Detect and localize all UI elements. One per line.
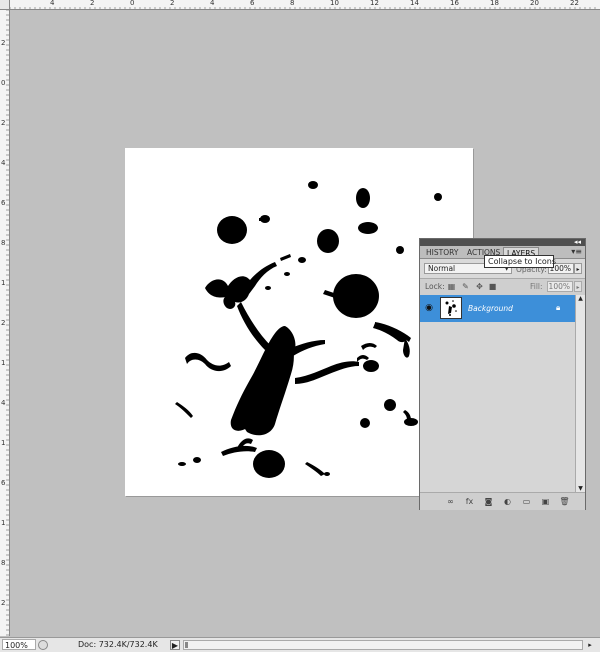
group-icon[interactable]: ▭ — [521, 496, 532, 507]
status-bar: 100% Doc: 732.4K/732.4K ▶ ▸ — [0, 637, 600, 652]
scroll-up-icon[interactable]: ▲ — [576, 295, 585, 302]
ruler-label: 2 — [1, 599, 6, 607]
ruler-label: 6 — [250, 0, 255, 7]
panel-menu-icon[interactable]: ▾≡ — [571, 247, 582, 256]
lock-position-icon[interactable]: ✥ — [475, 282, 484, 291]
ruler-label: 1 — [1, 279, 6, 287]
fill-label: Fill: — [530, 282, 543, 291]
layers-panel: ◂◂ HISTORY ACTIONS LAYERS ▾≡ Normal ▼ Op… — [419, 238, 586, 510]
horizontal-scrollbar[interactable] — [183, 640, 583, 650]
link-layers-icon[interactable]: ∞ — [445, 496, 456, 507]
ruler-label: 2 — [170, 0, 175, 7]
layer-thumbnail — [440, 297, 462, 319]
fx-icon[interactable]: fx — [464, 496, 475, 507]
status-menu-arrow[interactable]: ▶ — [170, 640, 180, 650]
ruler-label: 1 — [1, 359, 6, 367]
ruler-label: 18 — [490, 0, 499, 7]
ruler-label: 0 — [1, 79, 6, 87]
scroll-right-icon[interactable]: ▸ — [584, 640, 596, 650]
lock-image-pixels-icon[interactable]: ✎ — [461, 282, 470, 291]
ruler-label: 4 — [1, 159, 6, 167]
layer-row-background[interactable]: ◉ Background 🔒︎ — [420, 295, 575, 322]
tab-history[interactable]: HISTORY — [423, 247, 461, 258]
vertical-ruler[interactable]: 2 0 2 4 6 8 1 2 1 4 1 6 1 8 2 — [0, 10, 10, 636]
ruler-label: 16 — [450, 0, 459, 7]
ruler-label: 6 — [1, 199, 6, 207]
fill-slider-toggle[interactable]: ▸ — [574, 281, 582, 292]
layer-name[interactable]: Background — [468, 304, 513, 313]
ruler-label: 22 — [570, 0, 579, 7]
ruler-label: 1 — [1, 519, 6, 527]
opacity-slider-toggle[interactable]: ▸ — [574, 263, 582, 274]
visibility-eye-icon[interactable]: ◉ — [424, 303, 434, 313]
ruler-origin[interactable] — [0, 0, 10, 10]
fill-field[interactable]: 100% — [547, 281, 573, 292]
scroll-down-icon[interactable]: ▼ — [576, 485, 585, 492]
panel-titlebar[interactable]: ◂◂ — [420, 238, 585, 246]
ruler-label: 1 — [1, 439, 6, 447]
zoom-field[interactable]: 100% — [2, 639, 36, 650]
adjustment-icon[interactable]: ◐ — [502, 496, 513, 507]
ruler-label: 2 — [90, 0, 95, 7]
doc-size-info: Doc: 732.4K/732.4K — [78, 640, 158, 649]
ruler-label: 10 — [330, 0, 339, 7]
layers-list: ◉ Background 🔒︎ — [420, 295, 575, 492]
ruler-label: 2 — [1, 39, 6, 47]
ruler-label: 6 — [1, 479, 6, 487]
ruler-label: 20 — [530, 0, 539, 7]
lock-row: Lock: ▦ ✎ ✥ ■ Fill: 100% ▸ — [420, 278, 585, 296]
ruler-label: 14 — [410, 0, 419, 7]
horizontal-ruler[interactable]: 4 2 0 2 4 6 8 10 12 14 16 18 20 22 — [10, 0, 600, 10]
collapse-to-icons-button[interactable]: ◂◂ — [574, 238, 581, 246]
ruler-label: 4 — [50, 0, 55, 7]
ruler-label: 0 — [130, 0, 135, 7]
lock-label: Lock: — [425, 282, 445, 291]
ruler-label: 2 — [1, 319, 6, 327]
new-layer-icon[interactable]: ▣ — [540, 496, 551, 507]
lock-icon: 🔒︎ — [556, 303, 561, 312]
ruler-label: 8 — [290, 0, 295, 7]
collapse-tooltip: Collapse to Icons — [484, 255, 556, 268]
panel-bottom-toolbar: ∞ fx ◙ ◐ ▭ ▣ 🗑︎ — [420, 492, 585, 510]
ruler-label: 12 — [370, 0, 379, 7]
scrollbar-thumb[interactable] — [185, 642, 188, 648]
ruler-label: 4 — [210, 0, 215, 7]
layer-thumbnail-art — [445, 300, 457, 316]
lock-transparency-icon[interactable]: ▦ — [447, 282, 456, 291]
layers-scrollbar[interactable]: ▲ ▼ — [575, 295, 585, 492]
ruler-label: 2 — [1, 119, 6, 127]
blend-mode-value: Normal — [428, 264, 456, 273]
ruler-label: 8 — [1, 239, 6, 247]
trash-icon[interactable]: 🗑︎ — [559, 496, 570, 507]
mask-icon[interactable]: ◙ — [483, 496, 494, 507]
status-icon[interactable] — [38, 640, 48, 650]
horizontal-ruler-ticks — [10, 7, 596, 9]
lock-all-icon[interactable]: ■ — [488, 282, 497, 291]
ruler-label: 8 — [1, 559, 6, 567]
ruler-label: 4 — [1, 399, 6, 407]
